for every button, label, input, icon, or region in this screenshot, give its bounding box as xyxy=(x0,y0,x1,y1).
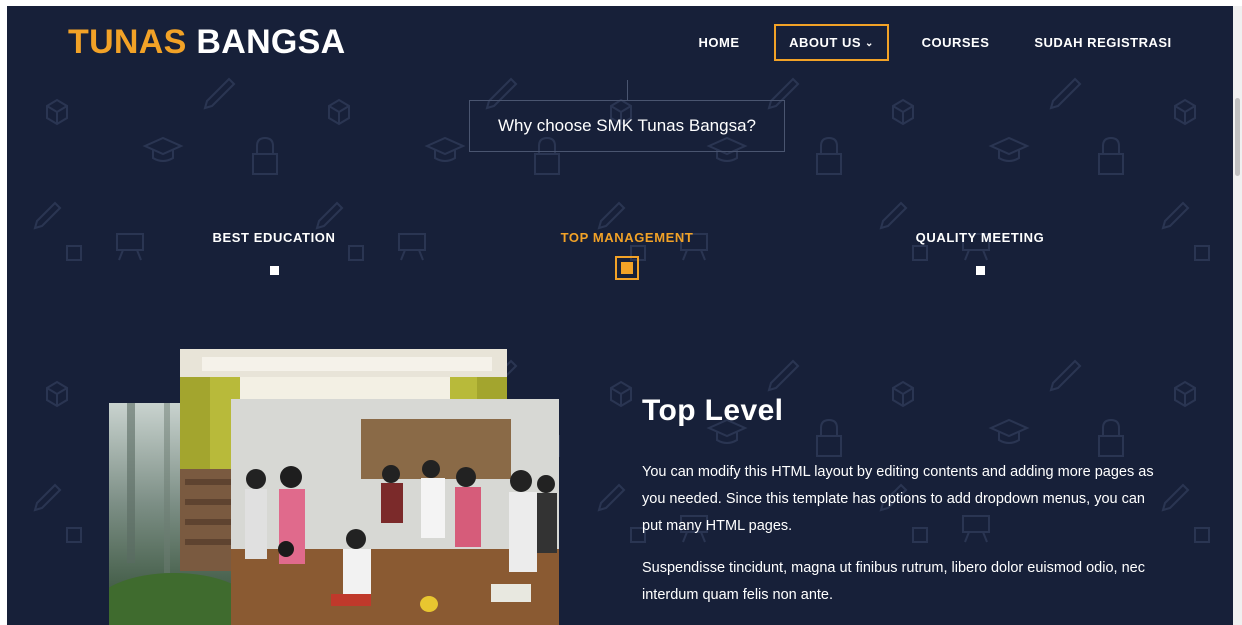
nav-sudah-registrasi[interactable]: SUDAH REGISTRASI xyxy=(1033,24,1173,61)
scrollbar-thumb[interactable] xyxy=(1235,98,1240,176)
tab-indicator-top-management[interactable] xyxy=(615,256,639,280)
tab-indicator-quality-meeting[interactable] xyxy=(976,266,985,275)
nav-about-label: ABOUT US xyxy=(789,35,861,50)
tab-top-management[interactable]: TOP MANAGEMENT xyxy=(517,230,737,245)
content-paragraph-1: You can modify this HTML layout by editi… xyxy=(642,464,1154,534)
page-frame: TUNAS BANGSA HOME ABOUT US ⌄ COURSES SUDA… xyxy=(7,6,1233,625)
tab-quality-meeting[interactable]: QUALITY MEETING xyxy=(870,230,1090,245)
main-nav: HOME ABOUT US ⌄ COURSES SUDAH REGISTRASI xyxy=(7,24,1233,61)
vertical-scrollbar[interactable] xyxy=(1233,6,1242,625)
content-title: Top Level xyxy=(642,394,784,427)
divider-line xyxy=(627,80,628,100)
content-paragraph-2: Suspendisse tincidunt, magna ut finibus … xyxy=(642,560,1145,603)
chevron-down-icon: ⌄ xyxy=(865,38,874,49)
nav-courses[interactable]: COURSES xyxy=(913,24,998,61)
classroom-image xyxy=(231,399,559,625)
nav-about-us[interactable]: ABOUT US ⌄ xyxy=(774,24,889,61)
tab-indicator-best-education[interactable] xyxy=(270,266,279,275)
nav-home[interactable]: HOME xyxy=(689,24,749,61)
section-heading: Why choose SMK Tunas Bangsa? xyxy=(469,100,785,152)
tab-best-education[interactable]: BEST EDUCATION xyxy=(164,230,384,245)
